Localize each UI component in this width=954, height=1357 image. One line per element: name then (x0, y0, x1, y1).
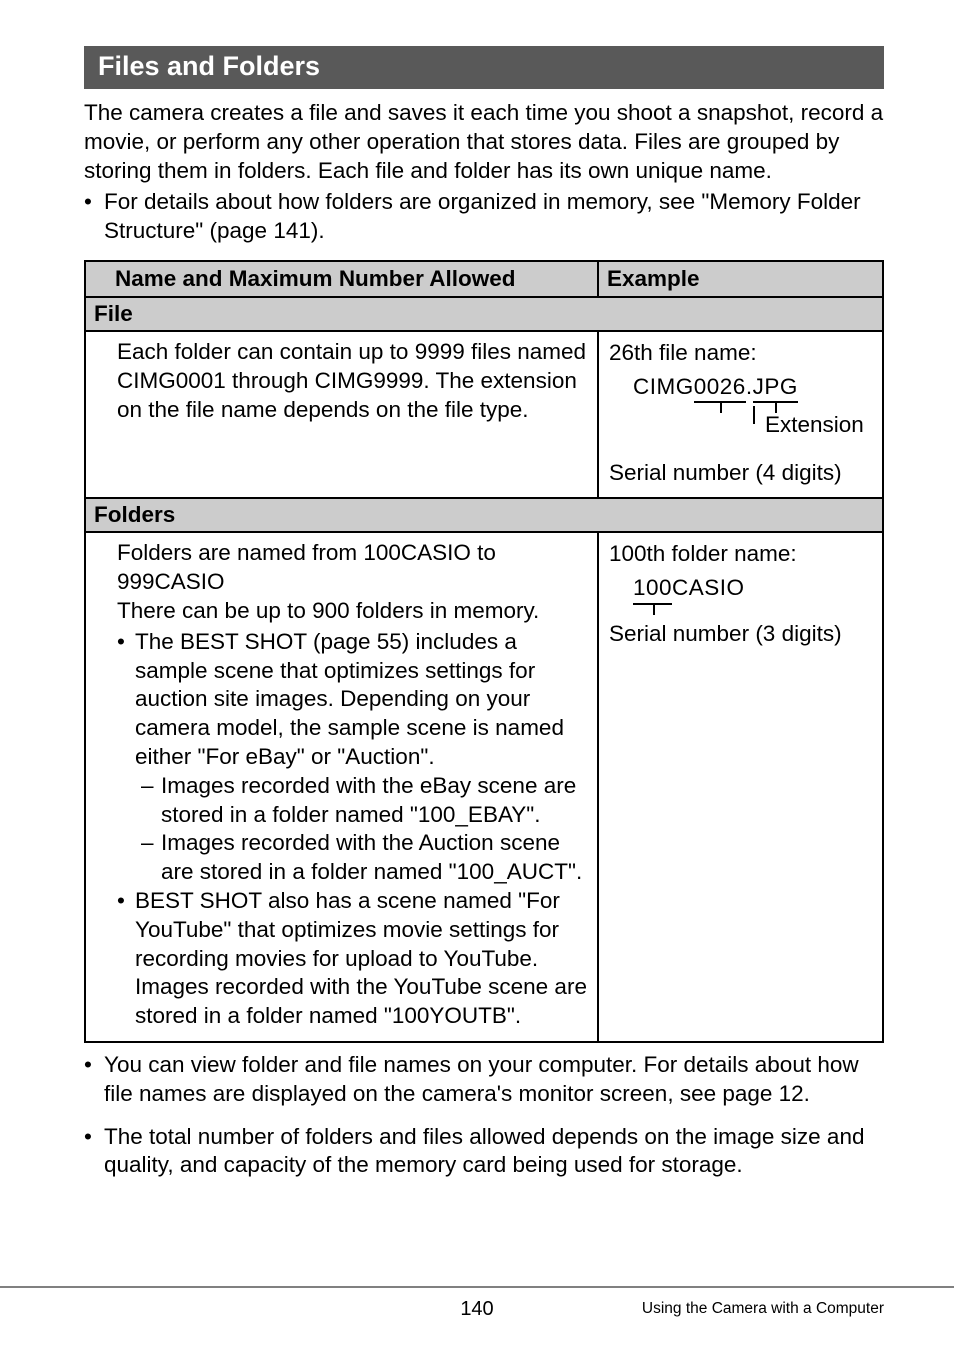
after-bullet-2: • The total number of folders and files … (84, 1123, 884, 1181)
folder-suffix: CASIO (672, 575, 745, 600)
footer-section-name: Using the Camera with a Computer (642, 1300, 884, 1318)
folders-bullet-2-text: BEST SHOT also has a scene named "For Yo… (135, 887, 587, 1031)
file-spacer (85, 331, 107, 498)
folders-bullet-1: • The BEST SHOT (page 55) includes a sam… (117, 628, 587, 887)
file-row: Each folder can contain up to 9999 files… (85, 331, 883, 498)
files-folders-table: Name and Maximum Number Allowed Example … (84, 260, 884, 1043)
file-prefix: CIMG (633, 374, 694, 399)
after-bullet-1-text: You can view folder and file names on yo… (104, 1051, 884, 1109)
folders-line-1: Folders are named from 100CASIO to 999CA… (117, 539, 587, 597)
file-example: 26th file name: CIMG0026.JPG Extension S… (598, 331, 883, 498)
tick-icon (720, 403, 722, 413)
folders-line-2: There can be up to 900 folders in memory… (117, 597, 587, 626)
folders-bullet-1-text: The BEST SHOT (page 55) includes a sampl… (135, 629, 564, 769)
folders-sub-1: – Images recorded with the eBay scene ar… (135, 772, 587, 830)
after-bullet-1: • You can view folder and file names on … (84, 1051, 884, 1109)
file-dot: . (746, 374, 753, 399)
folders-spacer (85, 532, 107, 1042)
folders-sub-2-text: Images recorded with the Auction scene a… (161, 829, 587, 887)
file-subheader: File (85, 297, 883, 331)
dash-icon: – (135, 772, 161, 830)
bullet-icon: • (117, 628, 135, 887)
bullet-icon: • (117, 887, 135, 1031)
table-header-row: Name and Maximum Number Allowed Example (85, 261, 883, 297)
intro-bullet: • For details about how folders are orga… (84, 188, 884, 246)
file-serial: 0026 (694, 374, 746, 399)
folders-description: Folders are named from 100CASIO to 999CA… (107, 532, 598, 1042)
folders-subheader: Folders (85, 498, 883, 532)
section-title: Files and Folders (84, 46, 884, 89)
file-serial-label: Serial number (4 digits) (609, 458, 872, 488)
folders-bullet-2: • BEST SHOT also has a scene named "For … (117, 887, 587, 1031)
header-example: Example (598, 261, 883, 297)
folders-row: Folders are named from 100CASIO to 999CA… (85, 532, 883, 1042)
folders-example: 100th folder name: 100CASIO Serial numbe… (598, 532, 883, 1042)
bullet-icon: • (84, 1051, 104, 1109)
page-footer: 140 Using the Camera with a Computer (0, 1286, 954, 1321)
file-ext: JPG (753, 374, 798, 399)
intro-paragraph: The camera creates a file and saves it e… (84, 99, 884, 185)
tick-icon (653, 605, 655, 615)
intro-bullet-text: For details about how folders are organi… (104, 188, 884, 246)
folders-example-title: 100th folder name: (609, 539, 872, 569)
bullet-icon: • (84, 188, 104, 246)
folders-subheader-row: Folders (85, 498, 883, 532)
header-name: Name and Maximum Number Allowed (107, 261, 598, 297)
extension-label: Extension (765, 410, 864, 440)
file-example-title: 26th file name: (609, 338, 872, 368)
header-spacer (85, 261, 107, 297)
connector-line-icon (753, 406, 755, 424)
folder-serial: 100 (633, 575, 672, 600)
file-description: Each folder can contain up to 9999 files… (107, 331, 598, 498)
bullet-icon: • (84, 1123, 104, 1181)
folders-sub-1-text: Images recorded with the eBay scene are … (161, 772, 587, 830)
folder-serial-label: Serial number (3 digits) (609, 619, 872, 649)
folders-sub-2: – Images recorded with the Auction scene… (135, 829, 587, 887)
dash-icon: – (135, 829, 161, 887)
file-subheader-row: File (85, 297, 883, 331)
after-bullet-2-text: The total number of folders and files al… (104, 1123, 884, 1181)
